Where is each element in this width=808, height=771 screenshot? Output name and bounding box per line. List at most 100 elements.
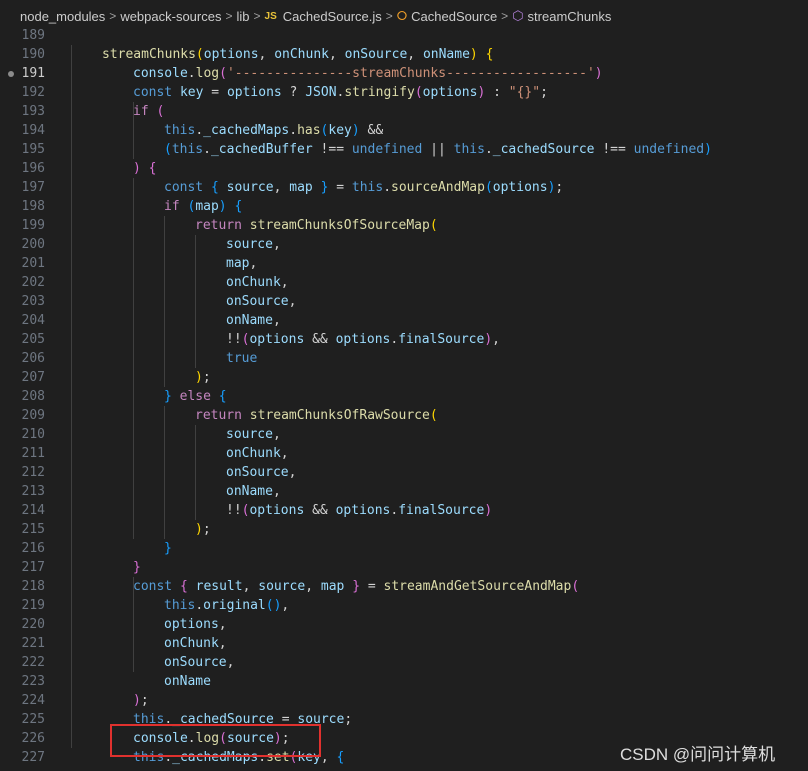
code-line[interactable]: 204 onName, <box>0 311 808 330</box>
code-line[interactable]: 195 (this._cachedBuffer !== undefined || … <box>0 140 808 159</box>
line-number: 193 <box>21 104 45 119</box>
code-line[interactable]: 214 !!(options && options.finalSource) <box>0 501 808 520</box>
code-line[interactable]: 224); <box>0 691 808 710</box>
code-line[interactable]: 210 source, <box>0 425 808 444</box>
code-line[interactable]: 221 onChunk, <box>0 634 808 653</box>
code-text: } <box>164 539 172 558</box>
code-line[interactable]: 222 onSource, <box>0 653 808 672</box>
code-token: options <box>226 85 282 100</box>
code-token: source <box>226 427 273 442</box>
code-token: !== <box>312 142 352 157</box>
breadcrumb-item-file[interactable]: CachedSource.js <box>283 9 382 24</box>
indent-guide <box>164 406 165 539</box>
code-token: { <box>210 180 219 195</box>
code-token: return <box>195 218 250 233</box>
code-token: sourceAndMap <box>391 180 485 195</box>
chevron-right-icon: > <box>225 9 233 23</box>
code-line[interactable]: 189 <box>0 26 808 45</box>
code-line[interactable]: 192 const key = options ? JSON.stringify(… <box>0 83 808 102</box>
code-line[interactable]: 207); <box>0 368 808 387</box>
code-token: ) <box>133 161 141 176</box>
code-line[interactable]: 200 source, <box>0 235 808 254</box>
code-token: . <box>383 180 392 195</box>
code-token: } <box>352 579 361 594</box>
code-token: , <box>305 579 321 594</box>
code-line[interactable]: 191 console.log('---------------streamChu… <box>0 64 808 83</box>
code-line[interactable]: 201 map, <box>0 254 808 273</box>
code-token: key <box>179 85 204 100</box>
code-token: onName <box>422 47 470 62</box>
line-number: 206 <box>21 351 45 366</box>
code-token: options <box>492 180 548 195</box>
code-line[interactable]: 223 onName <box>0 672 808 691</box>
code-token: , <box>272 313 281 328</box>
class-symbol-icon: ⭘ <box>396 8 408 23</box>
breadcrumb-item-node-modules[interactable]: node_modules <box>0 9 105 24</box>
line-number: 221 <box>21 636 45 651</box>
code-text: return streamChunksOfSourceMap( <box>195 216 438 235</box>
code-line[interactable]: 215); <box>0 520 808 539</box>
code-line[interactable]: 216} <box>0 539 808 558</box>
code-line[interactable]: 213 onName, <box>0 482 808 501</box>
code-token: . <box>195 598 204 613</box>
code-token: onSource <box>226 294 289 309</box>
code-text: this.original(), <box>164 596 289 615</box>
code-line[interactable]: 190 streamChunks(options, onChunk, onSour… <box>0 45 808 64</box>
code-line[interactable]: 194 this._cachedMaps.has(key) && <box>0 121 808 140</box>
code-token: ; <box>140 693 149 708</box>
chevron-right-icon: > <box>109 9 117 23</box>
code-token: , <box>492 332 500 347</box>
code-line[interactable]: 199 return streamChunksOfSourceMap( <box>0 216 808 235</box>
code-line[interactable]: 208} else { <box>0 387 808 406</box>
code-token: , <box>242 579 259 594</box>
code-line[interactable]: 220 options, <box>0 615 808 634</box>
code-line[interactable]: 206 true <box>0 349 808 368</box>
code-token: ) <box>484 503 493 518</box>
code-text: (this._cachedBuffer !== undefined || thi… <box>164 140 712 159</box>
code-text: !!(options && options.finalSource) <box>226 501 492 520</box>
code-text: onSource, <box>226 463 296 482</box>
code-token: . <box>195 123 204 138</box>
code-line[interactable]: 205 !!(options && options.finalSource), <box>0 330 808 349</box>
code-line[interactable]: 193 if ( <box>0 102 808 121</box>
breadcrumb-item-lib[interactable]: lib <box>236 9 249 24</box>
indent-guide <box>195 425 196 520</box>
code-token: _cachedSource <box>492 142 595 157</box>
breadcrumb-item-webpack-sources[interactable]: webpack-sources <box>120 9 221 24</box>
code-line[interactable]: 212 onSource, <box>0 463 808 482</box>
breadcrumb-item-method[interactable]: streamChunks <box>528 9 612 24</box>
code-token: map <box>289 180 321 195</box>
code-token: { <box>336 750 345 765</box>
code-token: ) <box>594 66 603 81</box>
code-token: , <box>272 237 281 252</box>
line-number: 220 <box>21 617 45 632</box>
code-line[interactable]: 219 this.original(), <box>0 596 808 615</box>
line-number: 194 <box>21 123 45 138</box>
code-token: options <box>422 85 478 100</box>
code-line[interactable]: 202 onChunk, <box>0 273 808 292</box>
line-number: 195 <box>21 142 45 157</box>
code-token: ( <box>571 579 580 594</box>
code-token: && <box>359 123 384 138</box>
code-line[interactable]: 198 if (map) { <box>0 197 808 216</box>
code-token: , <box>249 256 258 271</box>
code-line[interactable]: 218 const { result, source, map } = strea… <box>0 577 808 596</box>
line-number: 205 <box>21 332 45 347</box>
code-text: onChunk, <box>226 444 289 463</box>
code-token: ) <box>484 332 493 347</box>
code-token: options <box>335 503 391 518</box>
code-text: ) { <box>133 159 156 178</box>
code-line[interactable]: 211 onChunk, <box>0 444 808 463</box>
breadcrumb-item-class[interactable]: CachedSource <box>411 9 497 24</box>
code-line[interactable]: 196) { <box>0 159 808 178</box>
code-line[interactable]: 217} <box>0 558 808 577</box>
code-line[interactable]: 197 const { source, map } = this.sourceAn… <box>0 178 808 197</box>
code-token: const <box>164 180 211 195</box>
code-line[interactable]: 203 onSource, <box>0 292 808 311</box>
code-text: this._cachedMaps.has(key) && <box>164 121 383 140</box>
code-token: { <box>485 47 494 62</box>
code-line[interactable]: 209 return streamChunksOfRawSource( <box>0 406 808 425</box>
code-editor[interactable]: 189 190 streamChunks(options, onChunk, onS… <box>0 26 808 771</box>
code-text: console.log('---------------streamChunks… <box>133 64 603 83</box>
code-token: } <box>133 560 141 575</box>
